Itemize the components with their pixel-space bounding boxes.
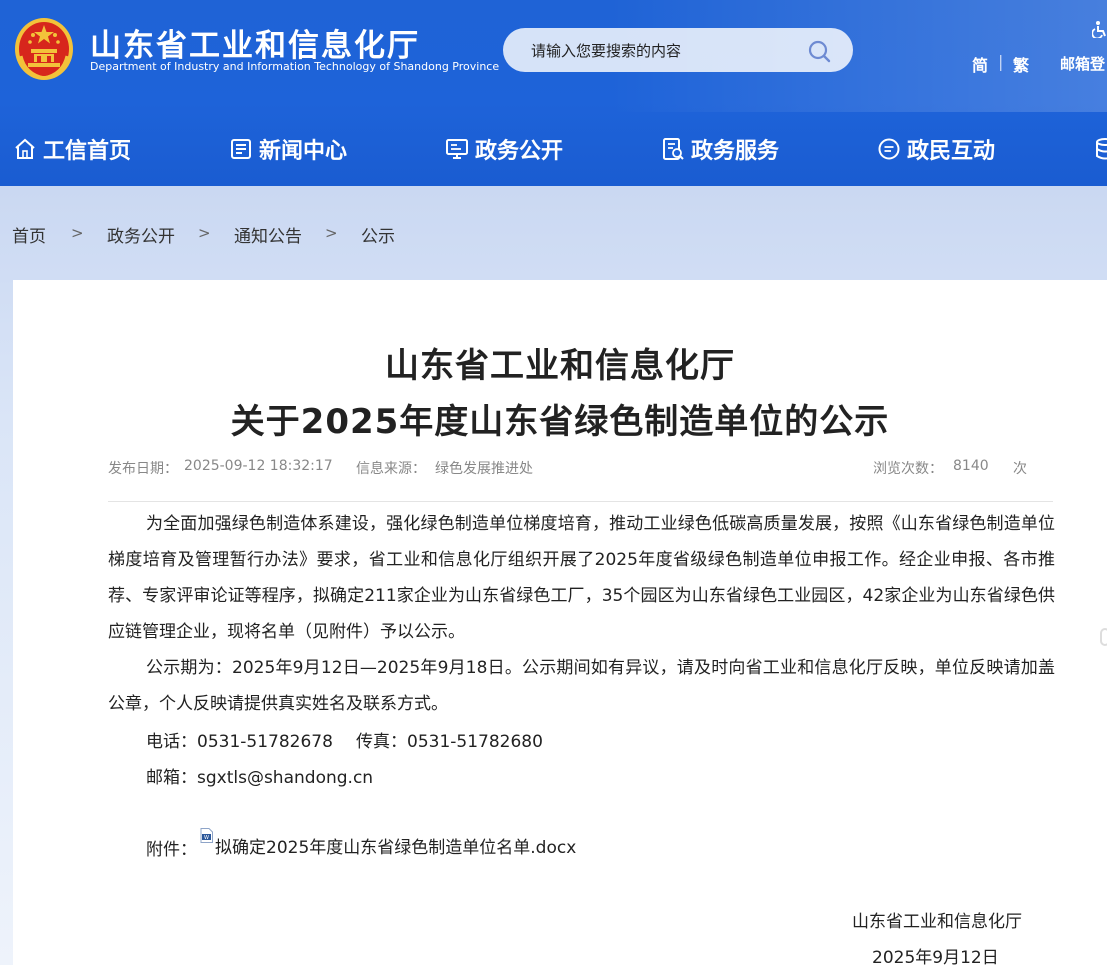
site-header: 山东省工业和信息化厅 Department of Industry and In…: [0, 0, 1107, 186]
nav-item-label: 新闻中心: [259, 139, 348, 164]
home-icon: [15, 138, 35, 159]
publish-date-label: 发布日期：: [108, 461, 178, 477]
mail-login-link[interactable]: 邮箱登: [1060, 53, 1105, 74]
source-label: 信息来源：: [356, 461, 426, 477]
national-emblem-icon[interactable]: [13, 16, 75, 82]
breadcrumb-government-affairs[interactable]: 政务公开: [107, 222, 175, 247]
nav-item-government-affairs[interactable]: 政务公开: [445, 112, 563, 186]
service-icon: [663, 138, 684, 160]
contact-fax: 传真：0531-51782680: [356, 732, 543, 752]
side-tool-handle[interactable]: [1100, 628, 1107, 646]
news-icon: [231, 139, 251, 159]
breadcrumb-separator: >: [325, 224, 338, 242]
search-icon[interactable]: [807, 39, 831, 63]
main-nav: 工信首页 新闻中心 政务公开 政务服务 政民互动: [0, 112, 1107, 186]
signature-date: 2025年9月12日: [872, 948, 999, 968]
nav-item-home[interactable]: 工信首页: [13, 112, 131, 186]
lang-traditional-link[interactable]: 繁: [1013, 52, 1029, 76]
meta-divider: [108, 501, 1053, 502]
breadcrumb-home[interactable]: 首页: [12, 222, 46, 247]
nav-item-services[interactable]: 政务服务: [661, 112, 779, 186]
nav-item-data[interactable]: [1093, 112, 1107, 186]
attachment-link[interactable]: 拟确定2025年度山东省绿色制造单位名单.docx: [215, 833, 576, 858]
site-subtitle: Department of Industry and Information T…: [90, 60, 500, 73]
lang-separator: |: [998, 52, 1004, 71]
article-title-line2: 关于2025年度山东省绿色制造单位的公示: [230, 402, 890, 442]
word-document-icon: W: [200, 828, 213, 843]
lang-simplified-link[interactable]: 简: [972, 52, 988, 76]
search-bar: [503, 28, 853, 74]
contact-phone: 电话：0531-51782678: [146, 732, 333, 752]
views-unit: 次: [1013, 461, 1027, 477]
article-panel: 山东省工业和信息化厅 关于2025年度山东省绿色制造单位的公示 发布日期： 20…: [13, 280, 1107, 968]
attachment-label: 附件：: [146, 840, 197, 860]
monitor-icon: [446, 139, 468, 159]
nav-item-interaction[interactable]: 政民互动: [877, 112, 995, 186]
nav-item-label: 工信首页: [43, 139, 132, 164]
nav-item-label: 政务服务: [691, 139, 780, 164]
views-count: 8140: [953, 458, 989, 474]
views-label: 浏览次数：: [873, 461, 943, 477]
article-paragraph: 公示期为：2025年9月12日—2025年9月18日。公示期间如有异议，请及时向…: [108, 658, 1055, 714]
accessibility-icon[interactable]: [1092, 20, 1107, 38]
nav-item-news[interactable]: 新闻中心: [229, 112, 347, 186]
article-paragraph: 为全面加强绿色制造体系建设，强化绿色制造单位梯度培育，推动工业绿色低碳高质量发展…: [108, 514, 1055, 642]
breadcrumb-separator: >: [198, 224, 211, 242]
svg-text:W: W: [204, 835, 209, 841]
site-title[interactable]: 山东省工业和信息化厅: [90, 20, 420, 65]
article-title-line1: 山东省工业和信息化厅: [385, 346, 735, 386]
chat-icon: [878, 138, 900, 160]
breadcrumb-separator: >: [71, 224, 84, 242]
publish-date: 2025-09-12 18:32:17: [184, 458, 333, 474]
breadcrumb-current[interactable]: 公示: [361, 222, 395, 247]
nav-item-label: 政民互动: [907, 139, 996, 164]
source: 绿色发展推进处: [435, 461, 533, 477]
nav-item-label: 政务公开: [475, 139, 564, 164]
database-icon: [1096, 138, 1107, 160]
breadcrumb-notices[interactable]: 通知公告: [234, 222, 302, 247]
signature-org: 山东省工业和信息化厅: [852, 912, 1022, 932]
search-input[interactable]: [529, 28, 803, 74]
contact-email: 邮箱：sgxtls@shandong.cn: [146, 768, 374, 788]
article-body: 为全面加强绿色制造体系建设，强化绿色制造单位梯度培育，推动工业绿色低碳高质量发展…: [108, 506, 1055, 722]
